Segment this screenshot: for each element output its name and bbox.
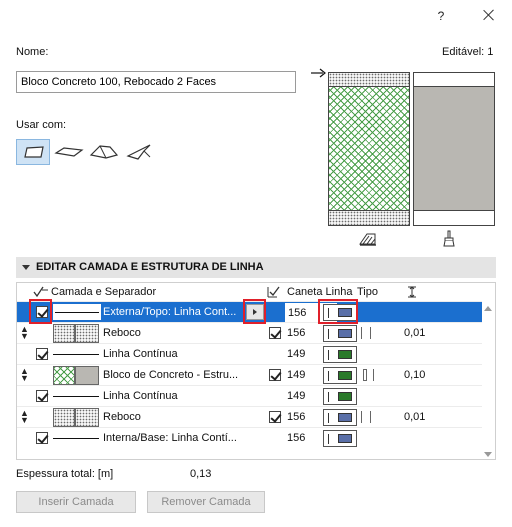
table-row[interactable]: Linha Contínua 149 <box>17 385 482 406</box>
line-pen-swatch[interactable] <box>323 346 357 363</box>
highlight-pen-box <box>318 299 358 324</box>
row-name: Interna/Base: Linha Contí... <box>103 432 237 444</box>
fill-swatch <box>75 324 99 343</box>
header-type: Tipo <box>357 286 378 298</box>
use-with-roof-button[interactable] <box>88 139 122 165</box>
row-name: Linha Contínua <box>103 390 178 402</box>
table-row[interactable]: ▲ ▼ Reboco 156 0,01 <box>17 322 482 343</box>
fill-pattern-icon[interactable] <box>359 232 377 246</box>
row-name: Reboco <box>103 411 141 423</box>
line-pen-swatch[interactable] <box>323 388 357 405</box>
line-pen-swatch[interactable] <box>323 367 357 384</box>
row-name: Reboco <box>103 327 141 339</box>
section-title: EDITAR CAMADA E ESTRUTURA DE LINHA <box>36 261 264 273</box>
wall-icon <box>24 146 44 158</box>
row-pen: 156 <box>287 327 306 339</box>
insert-layer-button[interactable]: Inserir Camada <box>16 491 136 513</box>
edit-layer-section-header[interactable]: EDITAR CAMADA E ESTRUTURA DE LINHA <box>16 257 496 278</box>
line-pen-swatch[interactable] <box>323 430 357 447</box>
roof-icon <box>89 145 119 159</box>
use-with-shell-button[interactable] <box>124 139 158 165</box>
line-sample <box>53 354 99 355</box>
use-with-wall-button[interactable] <box>16 139 50 165</box>
name-label: Nome: <box>16 46 49 58</box>
row-name: Externa/Topo: Linha Cont... <box>103 306 237 318</box>
table-row[interactable]: ▲ ▼ Bloco de Concreto - Estru... 149 0,10 <box>17 364 482 385</box>
drag-handle-icon[interactable]: ▲ ▼ <box>20 367 29 383</box>
row-thickness: 0,10 <box>404 369 426 381</box>
table-row[interactable]: Linha Contínua 149 <box>17 343 482 364</box>
scroll-down-icon[interactable] <box>484 452 492 457</box>
fill-swatch <box>53 366 75 385</box>
line-pen-swatch[interactable] <box>323 325 357 342</box>
use-with-label: Usar com: <box>16 119 67 131</box>
row-thickness: 0,01 <box>404 327 426 339</box>
row-thickness: 0,01 <box>404 411 426 423</box>
help-button[interactable]: ? <box>431 6 451 26</box>
fill-swatch <box>75 408 99 427</box>
name-field[interactable] <box>16 71 296 93</box>
check-column-icon <box>33 286 48 298</box>
scroll-up-icon[interactable] <box>484 306 492 311</box>
thickness-column-icon <box>408 286 416 298</box>
collapse-triangle-icon <box>22 265 30 270</box>
row-name: Bloco de Concreto - Estru... <box>103 369 239 381</box>
composite-skin-preview <box>413 72 495 226</box>
line-pen-swatch[interactable] <box>323 409 357 426</box>
drag-handle-icon[interactable]: ▲ ▼ <box>20 325 29 341</box>
total-thickness-value: 0,13 <box>190 468 212 480</box>
row-pen: 149 <box>287 369 306 381</box>
row-override-checkbox[interactable] <box>269 369 281 381</box>
use-with-slab-button[interactable] <box>52 139 86 165</box>
preview-arrow-icon <box>311 68 326 78</box>
highlight-popup-box <box>243 299 266 324</box>
remove-layer-button[interactable]: Remover Camada <box>147 491 265 513</box>
table-row[interactable]: Interna/Base: Linha Contí... 156 <box>17 427 482 448</box>
table-row[interactable]: ▲ ▼ Reboco 156 0,01 <box>17 406 482 427</box>
override-column-icon <box>267 286 280 298</box>
row-name: Linha Contínua <box>103 348 178 360</box>
highlight-checkbox-box <box>29 299 52 324</box>
brush-icon[interactable] <box>442 230 456 247</box>
header-layer: Camada e Separador <box>51 286 157 298</box>
row-visible-checkbox[interactable] <box>36 390 48 402</box>
total-thickness-label: Espessura total: [m] <box>16 468 114 480</box>
fill-swatch <box>53 324 75 343</box>
slab-icon <box>54 147 84 157</box>
row-override-checkbox[interactable] <box>269 327 281 339</box>
line-sample <box>53 304 101 320</box>
line-sample <box>53 438 99 439</box>
row-pen: 149 <box>287 390 306 402</box>
line-sample <box>53 396 99 397</box>
composite-preview <box>328 72 410 226</box>
close-icon[interactable] <box>482 8 496 22</box>
row-visible-checkbox[interactable] <box>36 348 48 360</box>
row-pen: 149 <box>287 348 306 360</box>
fill-swatch <box>75 366 99 385</box>
row-visible-checkbox[interactable] <box>36 432 48 444</box>
shell-icon <box>126 144 151 160</box>
drag-handle-icon[interactable]: ▲ ▼ <box>20 409 29 425</box>
row-pen: 156 <box>287 432 306 444</box>
editable-label: Editável: 1 <box>442 46 494 58</box>
row-override-checkbox[interactable] <box>269 411 281 423</box>
row-pen: 156 <box>287 411 306 423</box>
fill-swatch <box>53 408 75 427</box>
